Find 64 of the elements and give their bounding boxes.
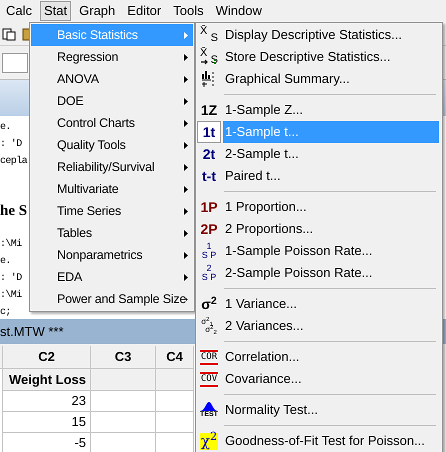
menu-bar-item[interactable]: Graph bbox=[75, 1, 120, 21]
column-header[interactable]: C2 bbox=[3, 346, 90, 369]
poisson-icon: 2 S P bbox=[202, 264, 216, 282]
chi-square-icon: χ$^{2}$ bbox=[200, 432, 218, 450]
menu-item[interactable]: EDA bbox=[31, 266, 193, 288]
menu-item[interactable]: Reliability/Survival bbox=[31, 156, 193, 178]
menu-item[interactable]: DOE bbox=[31, 90, 193, 112]
menu-glyph-icon: t-t bbox=[202, 169, 216, 183]
menu-item[interactable]: 1 Variance... bbox=[223, 293, 439, 315]
menu-item[interactable]: ANOVA bbox=[31, 68, 193, 90]
column-name-cell[interactable]: Weight Loss bbox=[3, 369, 90, 391]
menu-item[interactable]: 2 Variances... bbox=[223, 315, 439, 337]
statistics-icon: X̄ S bbox=[200, 26, 218, 44]
menu-glyph-icon: 2P bbox=[200, 222, 218, 236]
poisson-icon: 1 S P bbox=[202, 242, 216, 260]
menu-item[interactable]: Time Series bbox=[31, 200, 193, 222]
menu-item[interactable]: Graphical Summary... bbox=[223, 68, 439, 90]
menu-item[interactable]: 1 Proportion... bbox=[223, 196, 439, 218]
menu-item[interactable]: Control Charts bbox=[31, 112, 193, 134]
session-line: c; bbox=[0, 306, 11, 319]
session-line: e. bbox=[0, 121, 11, 135]
menu-item[interactable]: Goodness-of-Fit Test for Poisson... bbox=[223, 430, 439, 452]
column-header[interactable]: C4 bbox=[156, 346, 193, 369]
session-line: :\Mi bbox=[0, 288, 22, 303]
table-cell[interactable]: 23 bbox=[3, 391, 90, 412]
menu-item[interactable]: Covariance... bbox=[223, 368, 439, 390]
table-cell[interactable]: 15 bbox=[3, 412, 90, 433]
session-heading: he S bbox=[0, 202, 28, 221]
menu-item[interactable]: Paired t... bbox=[223, 165, 439, 187]
menu-item[interactable]: Nonparametrics bbox=[31, 244, 193, 266]
session-line: : 'D bbox=[0, 272, 22, 286]
session-line: : 'D bbox=[0, 138, 22, 152]
menu-bar-item[interactable]: Editor bbox=[123, 1, 166, 21]
session-line: cepla bbox=[0, 154, 28, 169]
menu-bar-item[interactable]: Stat bbox=[40, 1, 72, 21]
menu-item[interactable]: 2-Sample t... bbox=[223, 143, 439, 165]
session-line: e. bbox=[0, 255, 11, 269]
menu-glyph-icon: 2t bbox=[202, 147, 216, 161]
menu-bar-item[interactable]: Calc bbox=[2, 1, 36, 21]
menu-glyph-icon: σ$^{2}$ bbox=[201, 297, 217, 311]
menu-item[interactable]: Quality Tools bbox=[31, 134, 193, 156]
menu-bar-item[interactable]: Window bbox=[212, 1, 266, 21]
column-header[interactable]: C3 bbox=[91, 346, 155, 369]
menu-item[interactable]: 1-Sample Z... bbox=[223, 99, 439, 121]
menu-item[interactable]: Multivariate bbox=[31, 178, 193, 200]
menu-item[interactable]: 2-Sample Poisson Rate... bbox=[223, 262, 439, 284]
table-cell[interactable]: -5 bbox=[3, 433, 90, 452]
menu-glyph-icon: 1Z bbox=[200, 103, 218, 117]
worksheet-title: st.MTW *** bbox=[0, 322, 64, 341]
menu-item[interactable]: Regression bbox=[31, 46, 193, 68]
menu-item[interactable]: Correlation... bbox=[223, 346, 439, 368]
menu-bar-item[interactable]: Tools bbox=[169, 1, 208, 21]
menu-item[interactable]: Store Descriptive Statistics... bbox=[223, 46, 439, 68]
toolbar-field[interactable] bbox=[2, 52, 28, 72]
menu-item[interactable]: Normality Test... bbox=[223, 399, 439, 421]
menu-item[interactable]: Tables bbox=[31, 222, 193, 244]
menu-glyph-icon: 1t bbox=[202, 125, 216, 139]
menu-glyph-icon: 1P bbox=[200, 200, 218, 214]
paste-icon[interactable] bbox=[2, 26, 16, 40]
session-line: :\Mi bbox=[0, 238, 22, 252]
menu-item[interactable]: Power and Sample Size bbox=[31, 288, 193, 310]
menu-item[interactable]: Display Descriptive Statistics... bbox=[223, 24, 439, 46]
menu-item[interactable]: 1-Sample Poisson Rate... bbox=[223, 240, 439, 262]
menu-item[interactable]: 2 Proportions... bbox=[223, 218, 439, 240]
